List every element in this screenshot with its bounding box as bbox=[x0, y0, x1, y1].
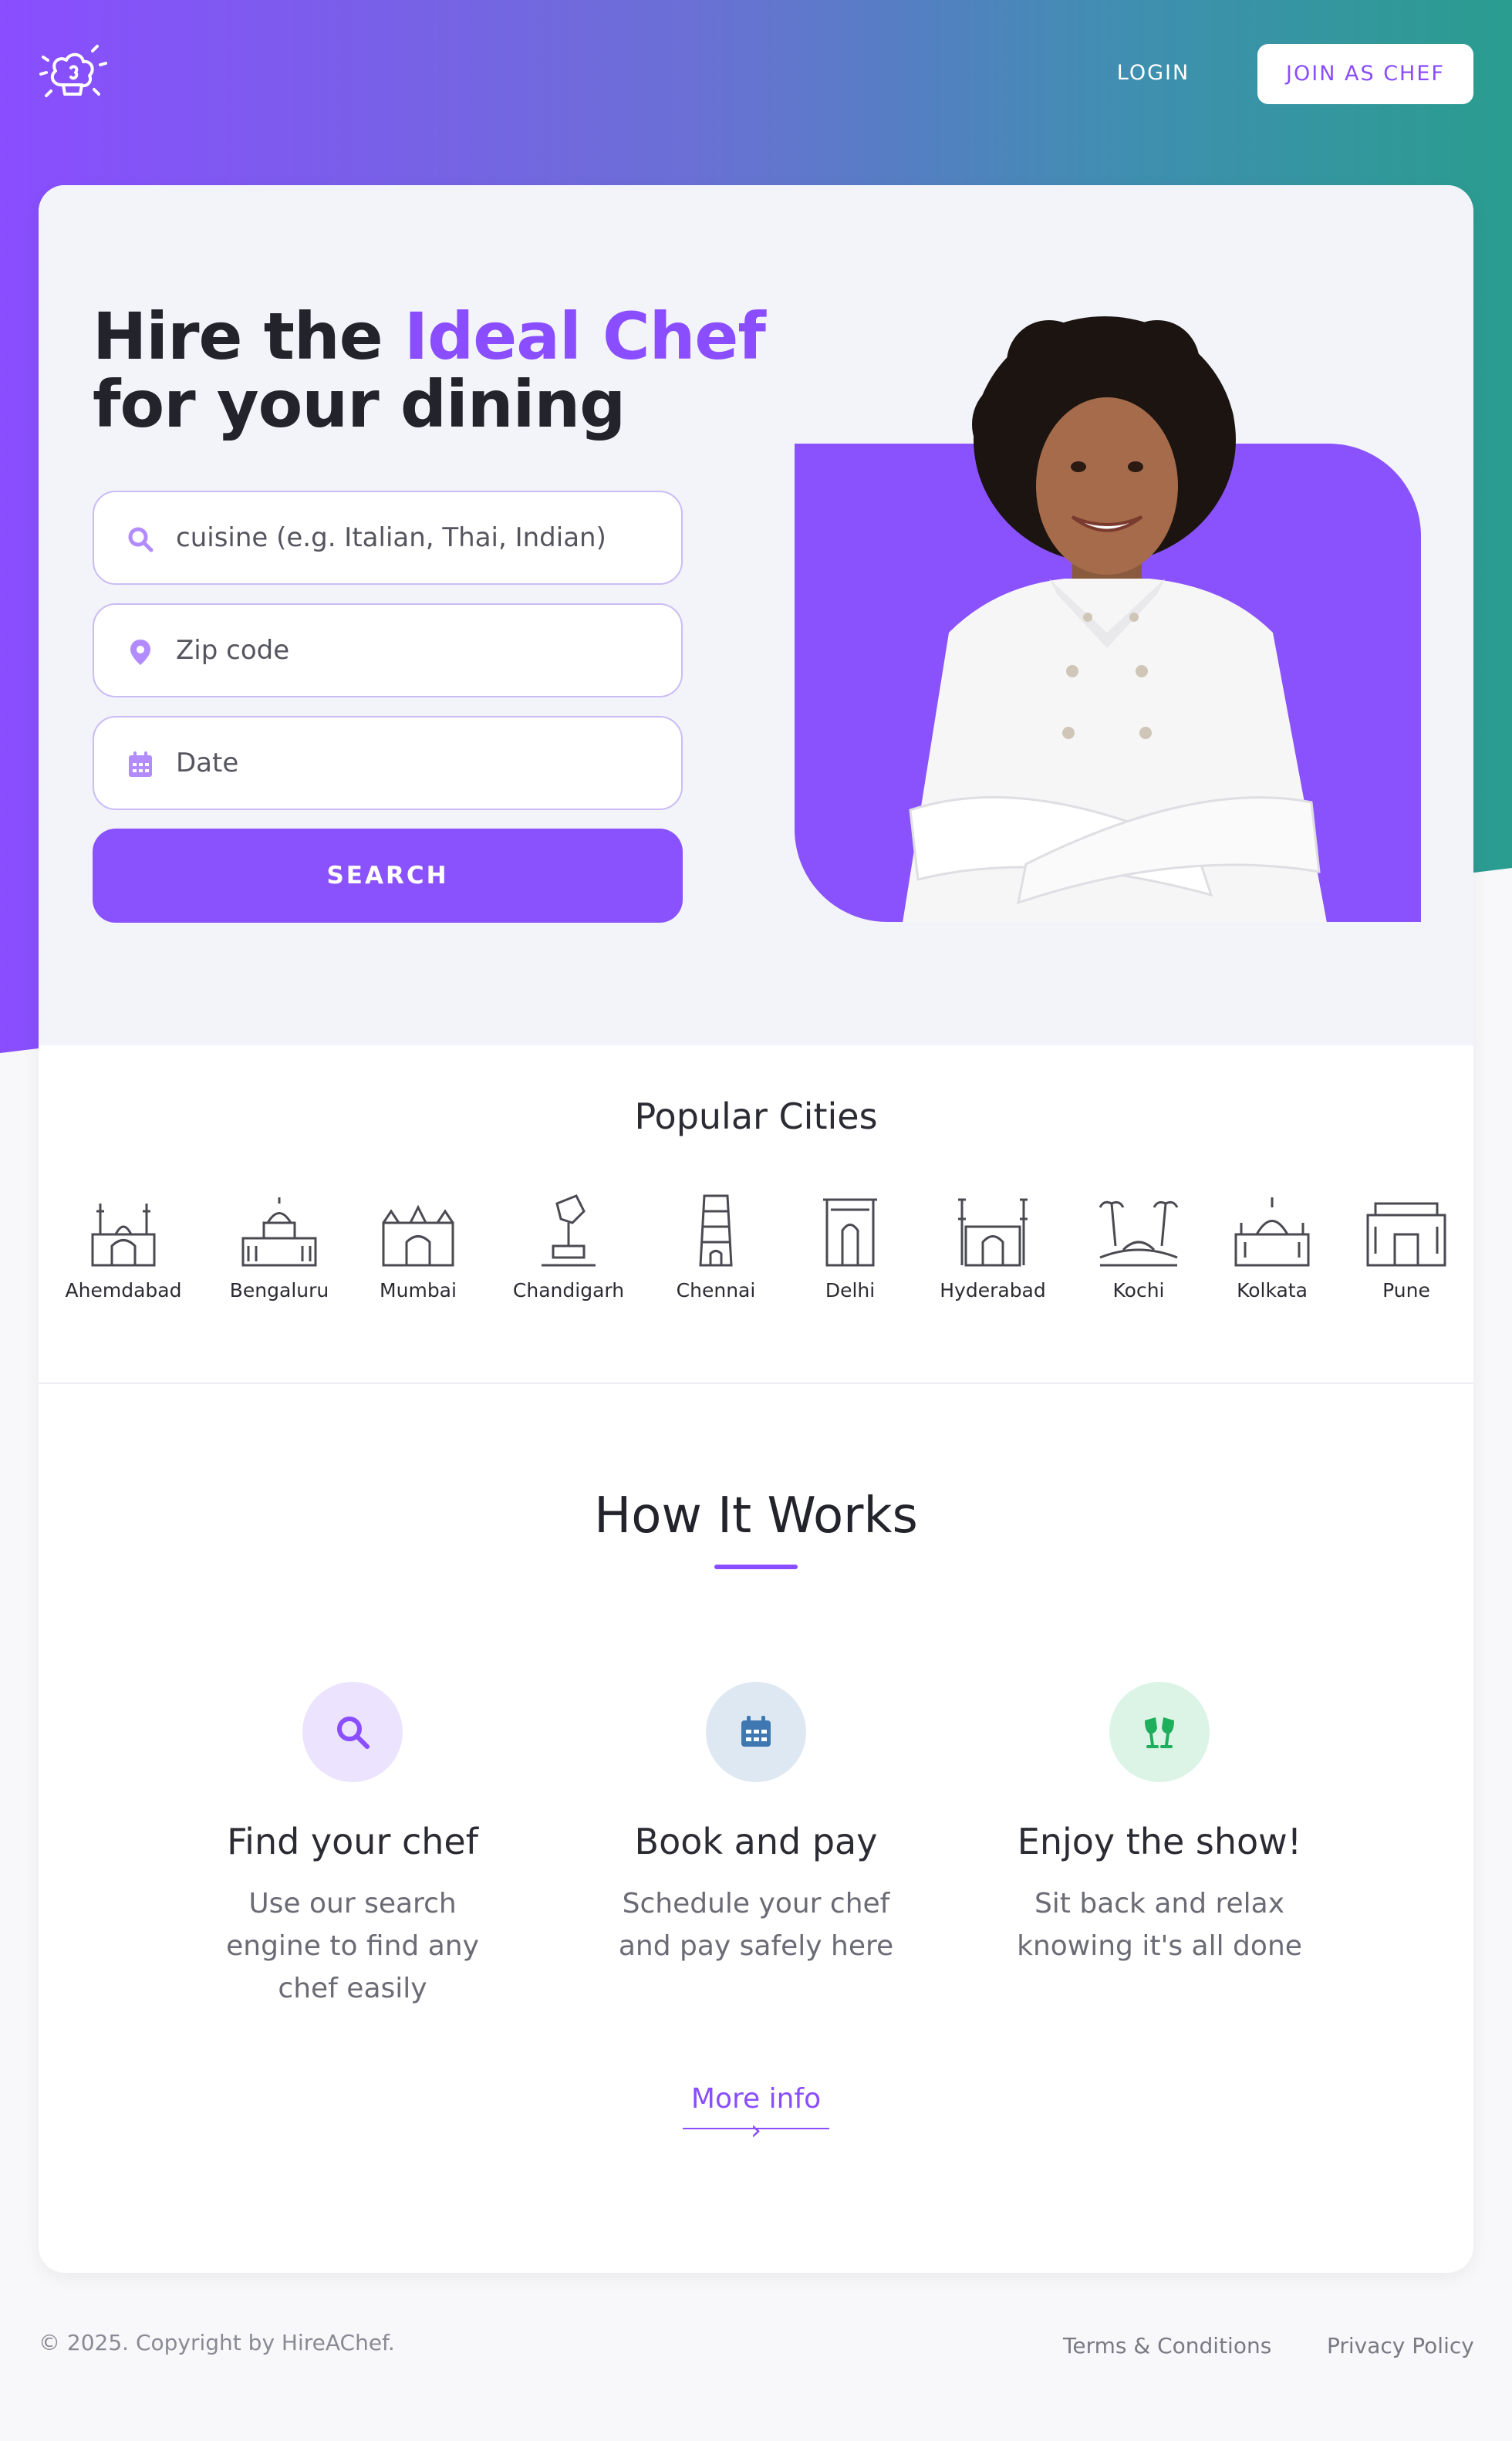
city-chennai[interactable]: Chennai bbox=[646, 1188, 785, 1319]
city-label: Ahemdabad bbox=[65, 1279, 182, 1302]
hero-panel: Hire the Ideal Chef for your dining cuis… bbox=[39, 185, 1473, 1045]
city-pune[interactable]: Pune bbox=[1337, 1188, 1473, 1319]
ahmedabad-landmark-icon bbox=[91, 1204, 156, 1267]
step-find-chef: Find your chef Use our search engine to … bbox=[152, 1682, 553, 2006]
city-kolkata[interactable]: Kolkata bbox=[1203, 1188, 1342, 1319]
step-title: Book and pay bbox=[634, 1821, 878, 1862]
city-chandigarh[interactable]: Chandigarh bbox=[499, 1188, 638, 1319]
city-bengaluru[interactable]: Bengaluru bbox=[210, 1188, 349, 1319]
city-label: Kochi bbox=[1112, 1279, 1165, 1302]
more-info-link[interactable]: More info › bbox=[683, 2083, 829, 2146]
date-input[interactable]: Date bbox=[176, 717, 238, 809]
city-label: Chandigarh bbox=[512, 1279, 625, 1302]
delhi-landmark-icon bbox=[823, 1198, 877, 1267]
step-book-pay: Book and pay Schedule your chef and pay … bbox=[555, 1682, 957, 2006]
city-kochi[interactable]: Kochi bbox=[1069, 1188, 1208, 1319]
city-label: Kolkata bbox=[1237, 1279, 1308, 1302]
headline-part2: for your dining bbox=[93, 366, 626, 442]
terms-link[interactable]: Terms & Conditions bbox=[1063, 2333, 1271, 2358]
title-underline bbox=[714, 1565, 798, 1569]
how-it-works-title: How It Works bbox=[594, 1487, 918, 1545]
top-navigation: LOGIN JOIN AS CHEF bbox=[0, 0, 1512, 147]
footer-copyright: © 2025. Copyright by HireAChef. bbox=[39, 2330, 395, 2355]
city-label: Mumbai bbox=[380, 1279, 457, 1302]
city-hyderabad[interactable]: Hyderabad bbox=[923, 1188, 1062, 1319]
chef-hat-logo-icon[interactable] bbox=[39, 37, 108, 106]
kochi-landmark-icon bbox=[1099, 1200, 1179, 1267]
step-icon-circle bbox=[706, 1682, 806, 1782]
zip-code-input[interactable]: Zip code bbox=[176, 605, 289, 696]
hero-headline: Hire the Ideal Chef for your dining bbox=[93, 302, 771, 438]
step-icon-circle bbox=[1109, 1682, 1210, 1782]
city-mumbai[interactable]: Mumbai bbox=[349, 1188, 488, 1319]
city-label: Pune bbox=[1382, 1279, 1430, 1302]
date-field[interactable]: Date bbox=[93, 716, 683, 810]
calendar-icon bbox=[741, 1716, 771, 1747]
step-icon-circle bbox=[302, 1682, 403, 1782]
chennai-landmark-icon bbox=[699, 1194, 733, 1267]
city-label: Hyderabad bbox=[940, 1279, 1046, 1302]
join-as-chef-button[interactable]: JOIN AS CHEF bbox=[1257, 44, 1473, 104]
pune-landmark-icon bbox=[1366, 1202, 1446, 1267]
headline-accent: Ideal Chef bbox=[403, 299, 766, 374]
city-label: Bengaluru bbox=[229, 1279, 329, 1302]
chef-portrait-image bbox=[903, 316, 1327, 923]
cuisine-search-field[interactable]: cuisine (e.g. Italian, Thai, Indian) bbox=[93, 491, 683, 585]
login-button[interactable]: LOGIN bbox=[1080, 42, 1227, 104]
step-description: Sit back and relax knowing it's all done bbox=[1017, 1888, 1302, 1962]
bengaluru-landmark-icon bbox=[241, 1197, 317, 1267]
glasses-cheers-icon bbox=[1145, 1717, 1174, 1748]
search-icon bbox=[337, 1717, 370, 1749]
zip-code-field[interactable]: Zip code bbox=[93, 603, 683, 697]
step-description: Schedule your chef and pay safely here bbox=[618, 1888, 894, 1962]
chandigarh-landmark-icon bbox=[542, 1194, 596, 1267]
location-pin-icon bbox=[130, 640, 150, 665]
section-divider bbox=[39, 1383, 1473, 1384]
popular-cities-list: Ahemdabad Bengaluru Mumbai Chandigarh Ch… bbox=[39, 1188, 1473, 1342]
step-title: Enjoy the show! bbox=[1017, 1821, 1302, 1862]
kolkata-landmark-icon bbox=[1234, 1197, 1310, 1267]
step-enjoy: Enjoy the show! Sit back and relax knowi… bbox=[959, 1682, 1360, 2006]
mumbai-landmark-icon bbox=[382, 1204, 454, 1267]
headline-part1: Hire the bbox=[93, 299, 404, 374]
city-label: Delhi bbox=[825, 1279, 876, 1302]
popular-cities-title: Popular Cities bbox=[634, 1096, 878, 1137]
hyderabad-landmark-icon bbox=[958, 1198, 1028, 1267]
search-icon bbox=[128, 527, 154, 552]
step-title: Find your chef bbox=[227, 1821, 478, 1862]
city-label: Chennai bbox=[676, 1279, 756, 1302]
step-description: Use our search engine to find any chef e… bbox=[226, 1888, 479, 2004]
city-delhi[interactable]: Delhi bbox=[781, 1188, 920, 1319]
privacy-link[interactable]: Privacy Policy bbox=[1327, 2333, 1474, 2358]
city-ahemdabad[interactable]: Ahemdabad bbox=[54, 1188, 193, 1319]
calendar-icon bbox=[129, 751, 152, 777]
main-card: Hire the Ideal Chef for your dining cuis… bbox=[39, 185, 1473, 2273]
cuisine-input[interactable]: cuisine (e.g. Italian, Thai, Indian) bbox=[176, 492, 606, 583]
search-button[interactable]: SEARCH bbox=[93, 829, 683, 923]
